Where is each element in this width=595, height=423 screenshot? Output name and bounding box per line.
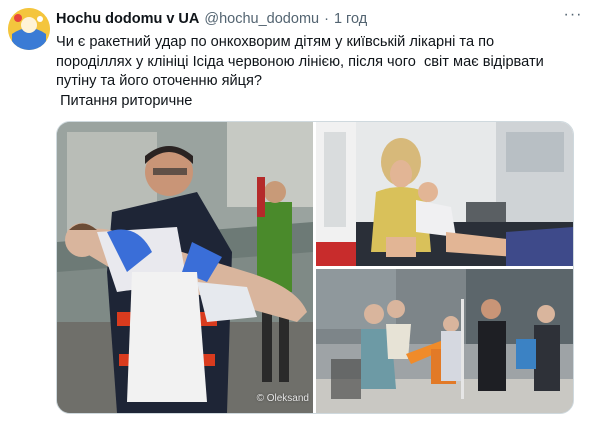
separator-dot: · xyxy=(324,11,329,27)
avatar[interactable] xyxy=(8,8,50,50)
author-name[interactable]: Hochu dodomu v UA xyxy=(56,11,199,27)
media-grid: © Oleksand xyxy=(56,121,574,414)
timestamp[interactable]: 1 год xyxy=(334,11,367,27)
tweet-text: Чи є ракетний удар по онкохворим дітям у… xyxy=(56,34,544,109)
more-options-icon[interactable]: ··· xyxy=(561,7,585,28)
street-evacuation-photo[interactable] xyxy=(316,269,573,413)
doctor-carrying-child-photo[interactable]: © Oleksand xyxy=(57,122,313,413)
avatar-image xyxy=(8,8,50,50)
ambulance-mother-child-photo[interactable] xyxy=(316,122,573,266)
author-handle[interactable]: @hochu_dodomu xyxy=(204,11,319,27)
photo-watermark: © Oleksand xyxy=(256,393,309,404)
tweet-header: Hochu dodomu v UA @hochu_dodomu · 1 год xyxy=(56,9,565,29)
